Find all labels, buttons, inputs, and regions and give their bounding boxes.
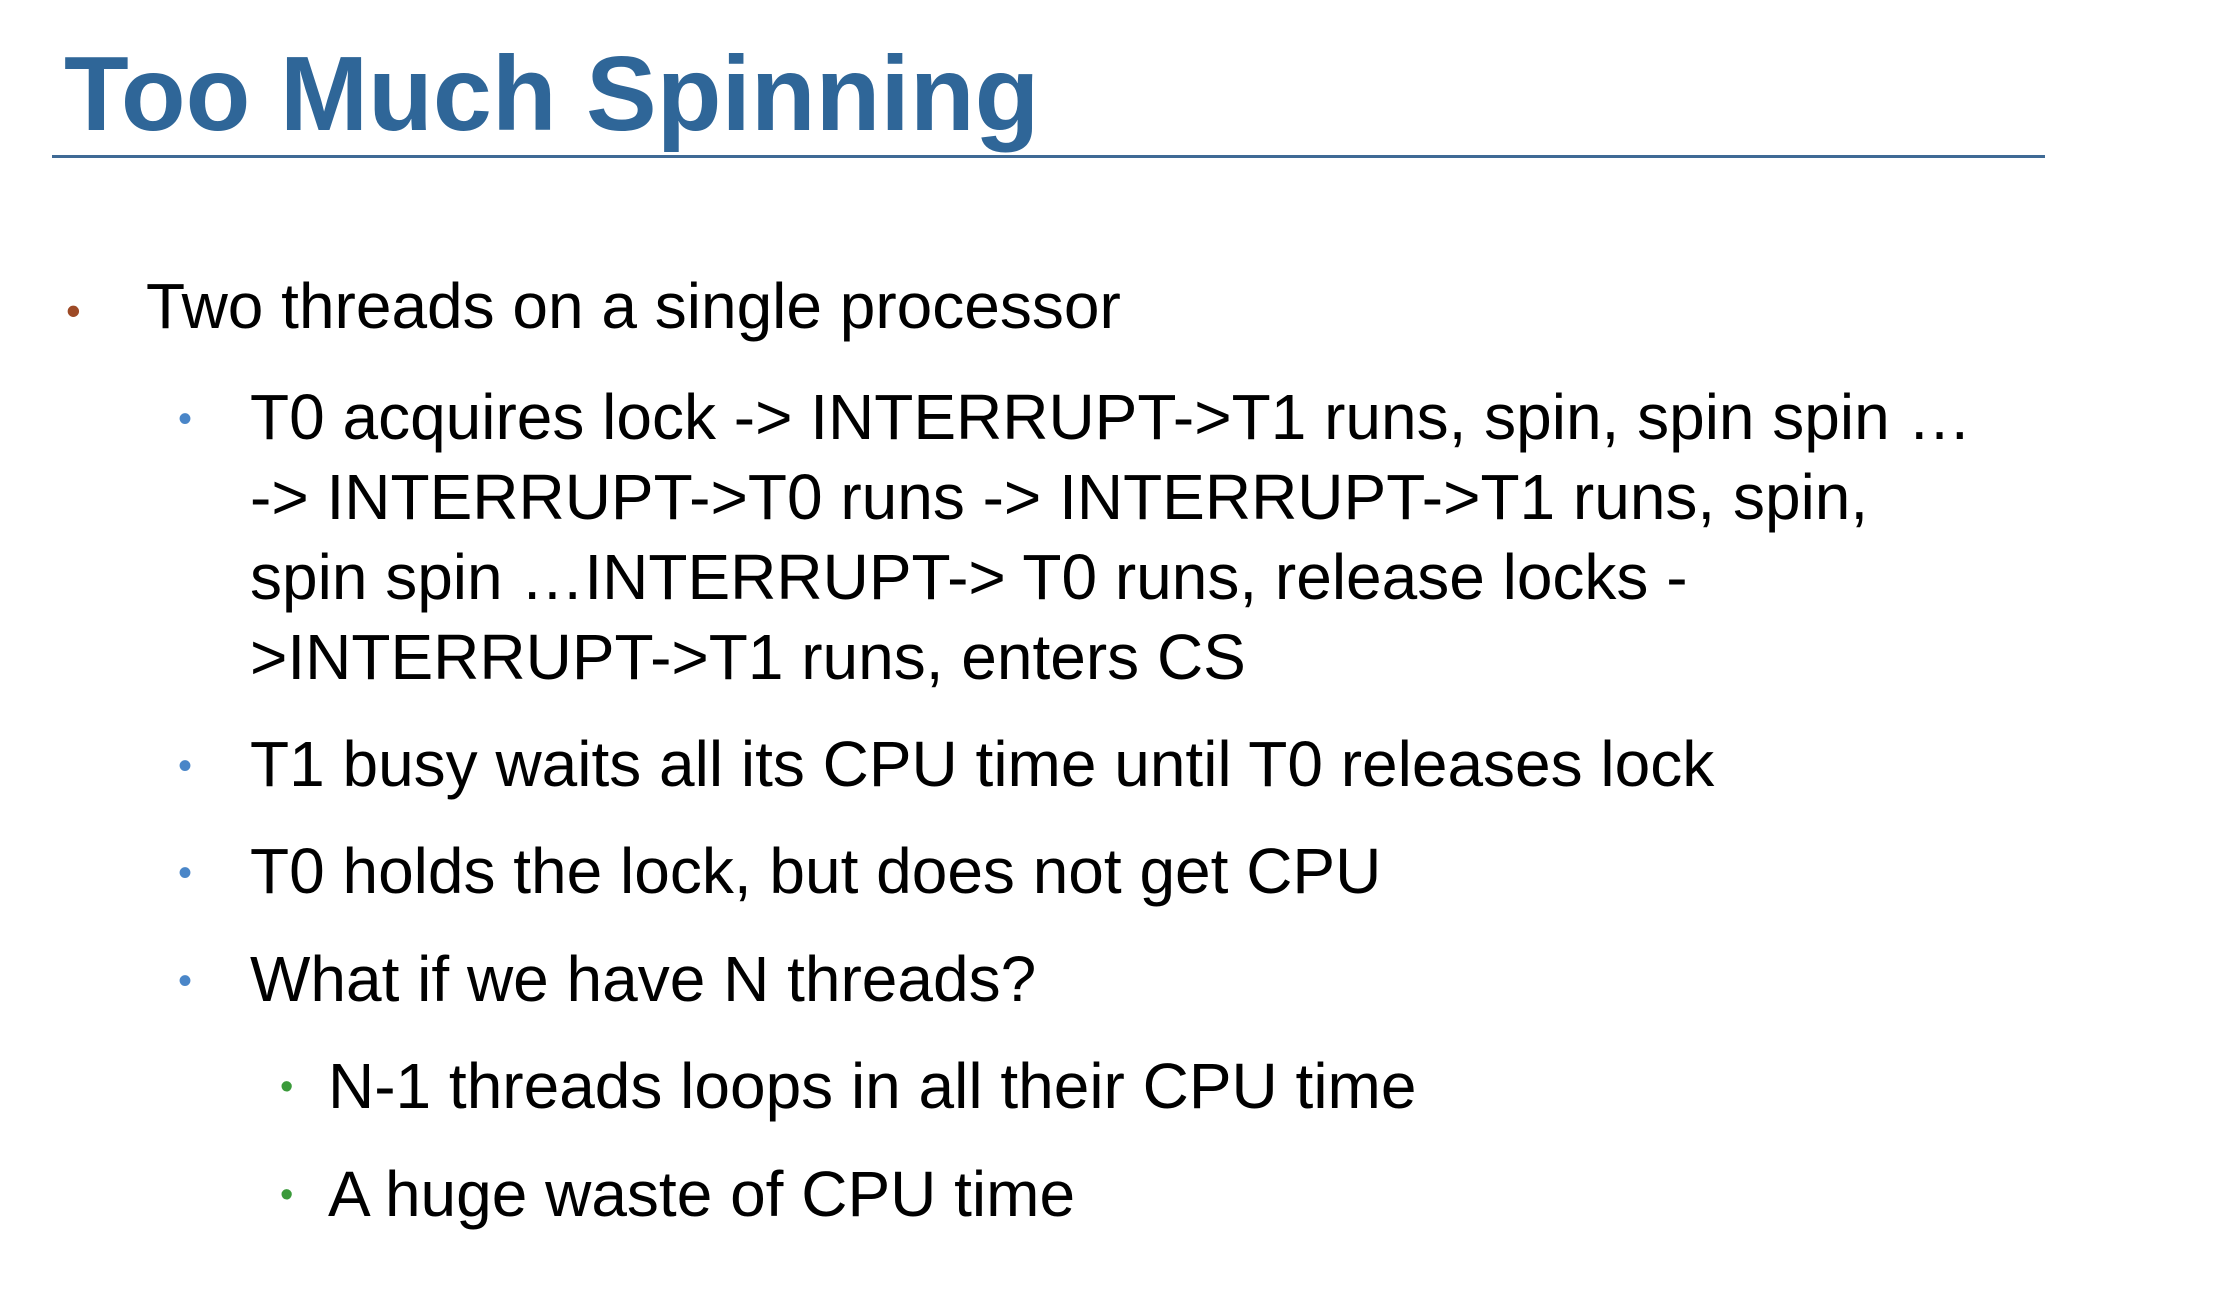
bullet-text: T1 busy waits all its CPU time until T0 … <box>250 728 1715 800</box>
bullet-dot-icon: • <box>178 959 193 1003</box>
bullet-text: T0 acquires lock -> INTERRUPT->T1 runs, … <box>250 381 1972 693</box>
bullet-dot-icon: • <box>280 1174 294 1216</box>
bullet-text: N-1 threads loops in all their CPU time <box>328 1050 1417 1122</box>
bullet-dot-icon: • <box>178 397 193 441</box>
bullet-text: A huge waste of CPU time <box>328 1158 1076 1230</box>
bullet-dot-icon: • <box>178 851 193 895</box>
bullet-dot-icon: • <box>66 287 81 334</box>
bullet-dot-icon: • <box>178 744 193 788</box>
bullet-text: What if we have N threads? <box>250 943 1037 1015</box>
bullet-text: T0 holds the lock, but does not get CPU <box>250 835 1382 907</box>
slide: Too Much Spinning • Two threads on a sin… <box>0 0 2238 1292</box>
bullet-dot-icon: • <box>280 1066 294 1108</box>
slide-content: • Two threads on a single processor • T0… <box>0 0 2238 1292</box>
bullet-text: Two threads on a single processor <box>146 270 1121 342</box>
